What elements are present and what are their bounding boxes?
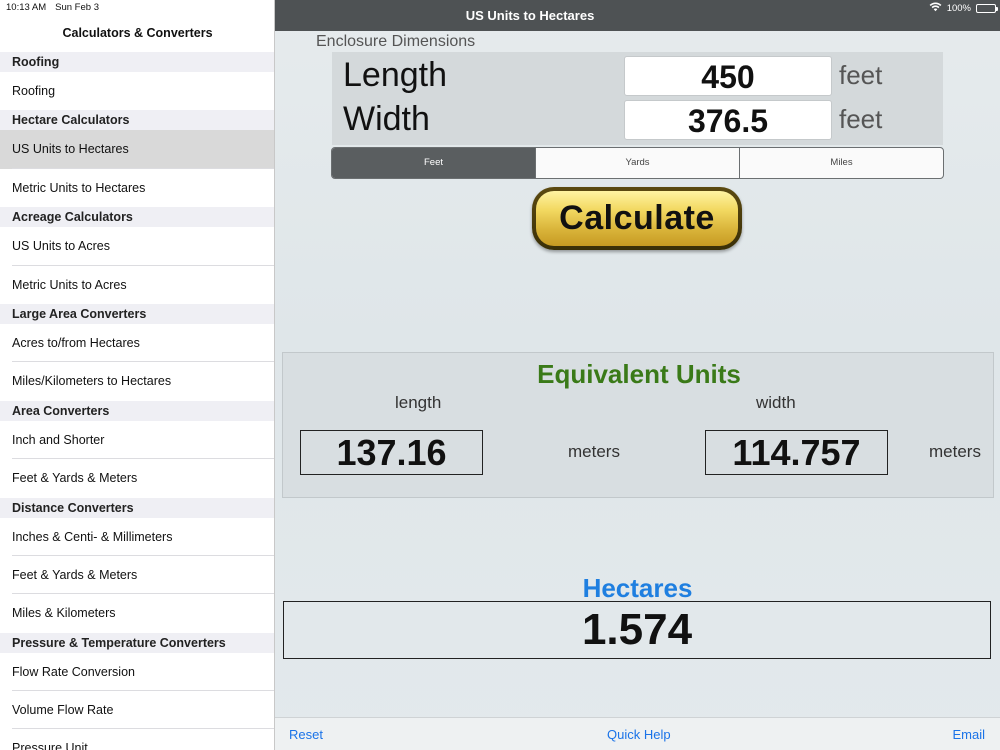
bottom-toolbar: Reset Quick Help Email bbox=[275, 717, 1000, 750]
segment-yards[interactable]: Yards bbox=[536, 148, 740, 178]
email-button[interactable]: Email bbox=[952, 718, 985, 750]
dimensions-panel: Length 450 feet Width 376.5 feet bbox=[332, 52, 943, 145]
width-sublabel: width bbox=[756, 393, 796, 412]
sidebar-item-us-units-to-acres[interactable]: US Units to Acres bbox=[0, 227, 274, 266]
width-label: Width bbox=[343, 100, 430, 138]
width-row: Width 376.5 feet bbox=[332, 98, 943, 142]
sidebar-item-pressure-unit[interactable]: Pressure Unit bbox=[0, 729, 274, 750]
page-title: US Units to Hectares bbox=[465, 8, 595, 23]
sidebar-item-us-units-to-hectares[interactable]: US Units to Hectares bbox=[0, 130, 274, 170]
sidebar-item-flow-rate-conversion[interactable]: Flow Rate Conversion bbox=[0, 653, 274, 692]
sidebar-section-acreage-calculators: Acreage Calculators bbox=[0, 207, 274, 228]
length-meters-unit: meters bbox=[568, 442, 620, 461]
sidebar-item-metric-units-to-acres[interactable]: Metric Units to Acres bbox=[0, 266, 274, 304]
battery-percent: 100% bbox=[946, 3, 971, 14]
segment-feet[interactable]: Feet bbox=[332, 148, 536, 178]
main-pane: US Units to Hectares 100% Enclosure Dime… bbox=[275, 0, 1000, 750]
sidebar-item-inches-centi-millimeters[interactable]: Inches & Centi- & Millimeters bbox=[0, 518, 274, 557]
battery-icon bbox=[976, 4, 998, 13]
status-time: 10:13 AM bbox=[6, 2, 47, 13]
sidebar-title: Calculators & Converters bbox=[62, 26, 213, 40]
status-bar-left: 10:13 AM Sun Feb 3 bbox=[6, 2, 99, 13]
length-row: Length 450 feet bbox=[332, 54, 943, 98]
sidebar-section-pressure-temperature-converters: Pressure & Temperature Converters bbox=[0, 632, 274, 653]
hectares-result: 1.574 bbox=[283, 601, 991, 659]
sidebar-item-inch-and-shorter[interactable]: Inch and Shorter bbox=[0, 421, 274, 460]
segment-miles[interactable]: Miles bbox=[740, 148, 943, 178]
enclosure-dimensions-label: Enclosure Dimensions bbox=[316, 33, 476, 50]
sidebar-item-roofing[interactable]: Roofing bbox=[0, 72, 274, 110]
status-bar-right: 100% bbox=[929, 2, 998, 15]
width-unit: feet bbox=[839, 104, 883, 134]
sidebar-section-large-area-converters: Large Area Converters bbox=[0, 303, 274, 324]
sidebar-section-area-converters: Area Converters bbox=[0, 400, 274, 421]
status-date: Sun Feb 3 bbox=[55, 2, 99, 13]
calculate-button-label: Calculate bbox=[536, 191, 738, 246]
sidebar-item-metric-units-to-hectares[interactable]: Metric Units to Hectares bbox=[0, 169, 274, 207]
sidebar-item-feet-yards-meters[interactable]: Feet & Yards & Meters bbox=[0, 556, 274, 595]
length-label: Length bbox=[343, 56, 447, 94]
length-sublabel: length bbox=[395, 393, 442, 412]
width-meters-unit: meters bbox=[929, 442, 981, 461]
quick-help-button[interactable]: Quick Help bbox=[607, 718, 671, 750]
sidebar-list: Roofing Roofing Hectare Calculators US Unit… bbox=[0, 52, 274, 750]
length-meters-value: 137.16 bbox=[300, 430, 483, 475]
sidebar-section-hectare-calculators: Hectare Calculators bbox=[0, 110, 274, 131]
sidebar-item-acres-to-from-hectares[interactable]: Acres to/from Hectares bbox=[0, 324, 274, 363]
wifi-icon bbox=[929, 2, 942, 15]
width-meters-value: 114.757 bbox=[705, 430, 888, 475]
unit-segmented-control: Feet Yards Miles bbox=[331, 147, 944, 179]
equivalent-units-title: Equivalent Units bbox=[537, 359, 741, 389]
equivalent-units-panel: Equivalent Units length width 137.16 met… bbox=[282, 352, 994, 498]
calculate-button[interactable]: Calculate bbox=[532, 187, 742, 250]
sidebar-item-feet-yards-meters[interactable]: Feet & Yards & Meters bbox=[0, 459, 274, 497]
sidebar-section-distance-converters: Distance Converters bbox=[0, 497, 274, 518]
width-input[interactable]: 376.5 bbox=[624, 100, 832, 140]
length-input[interactable]: 450 bbox=[624, 56, 832, 96]
hectares-title: Hectares bbox=[582, 573, 693, 603]
sidebar-item-volume-flow-rate[interactable]: Volume Flow Rate bbox=[0, 691, 274, 730]
length-unit: feet bbox=[839, 60, 883, 90]
sidebar-item-miles-kilometers-to-hectares[interactable]: Miles/Kilometers to Hectares bbox=[0, 362, 274, 400]
sidebar-section-roofing: Roofing bbox=[0, 52, 274, 72]
nav-bar: US Units to Hectares 100% bbox=[275, 0, 1000, 31]
sidebar: 10:13 AM Sun Feb 3 Calculators & Convert… bbox=[0, 0, 275, 750]
reset-button[interactable]: Reset bbox=[289, 718, 323, 750]
sidebar-item-miles-kilometers[interactable]: Miles & Kilometers bbox=[0, 594, 274, 632]
